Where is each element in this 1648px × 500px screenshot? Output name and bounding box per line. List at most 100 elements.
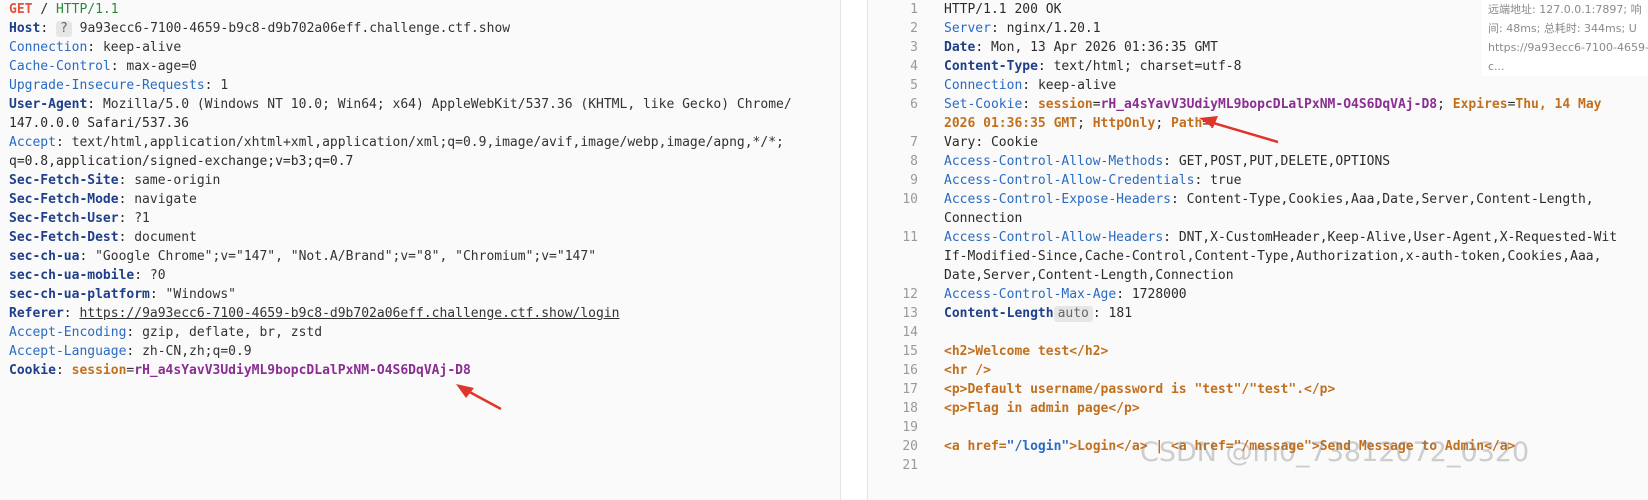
header-value: Content-Type,Cookies,Aaa,Date,Server,Con… (1186, 192, 1594, 207)
header-acac: Access-Control-Allow-Credentials: true (944, 173, 1242, 188)
pane-divider[interactable] (840, 0, 868, 500)
referer-link[interactable]: https://9a93ecc6-7100-4659-b9c8-d9b702a0… (79, 306, 619, 321)
header-value: keep-alive (102, 40, 182, 55)
line-number (868, 247, 918, 267)
set-cookie-name: session (1037, 97, 1093, 112)
header-key: Date (944, 40, 976, 55)
line-number (868, 209, 918, 229)
request-method: GET (9, 2, 33, 17)
header-server: Server: nginx/1.20.1 (944, 21, 1101, 36)
header-key: Sec-Fetch-User (9, 211, 119, 226)
line-number: 15 (902, 344, 918, 359)
login-href: "/login" (1006, 439, 1070, 454)
request-header: Cache-Control: max-age=0 (9, 59, 197, 74)
header-key: Access-Control-Allow-Headers (944, 230, 1164, 245)
request-header: Connection: keep-alive (9, 40, 182, 55)
line-number (868, 266, 918, 286)
request-header: Sec-Fetch-Site: same-origin (9, 173, 221, 188)
request-header: Sec-Fetch-Dest: document (9, 230, 197, 245)
header-key: sec-ch-ua-platform (9, 287, 150, 302)
header-vary: Vary: Cookie (944, 135, 1038, 150)
header-key: Access-Control-Allow-Credentials (944, 173, 1195, 188)
line-number: 12 (902, 287, 918, 302)
request-editor[interactable]: GET / HTTP/1.1 Host: ? 9a93ecc6-7100-465… (0, 0, 840, 500)
header-key: Content-Length (944, 306, 1054, 321)
body-h2: <h2>Welcome test</h2> (944, 344, 1109, 359)
header-value: Mon, 13 Apr 2026 01:36:35 GMT (990, 40, 1218, 55)
header-key: Server (944, 21, 991, 36)
line-number: 17 (902, 382, 918, 397)
line-number: 9 (910, 173, 918, 188)
header-value: nginx/1.20.1 (1006, 21, 1101, 36)
request-header: sec-ch-ua: "Google Chrome";v="147", "Not… (9, 249, 597, 264)
line-number: 21 (902, 458, 918, 473)
header-value: same-origin (134, 173, 221, 188)
header-key: Set-Cookie (944, 97, 1023, 112)
header-continuation: q=0.8,application/signed-exchange;v=b3;q… (9, 154, 354, 169)
line-number: 8 (910, 154, 918, 169)
request-line: GET / HTTP/1.1 (9, 0, 119, 20)
header-value: max-age=0 (126, 59, 197, 74)
header-value: Cookie (990, 135, 1038, 150)
request-header: User-Agent: Mozilla/5.0 (Windows NT 10.0… (9, 97, 792, 112)
header-key: Upgrade-Insecure-Requests (9, 78, 205, 93)
request-header: Upgrade-Insecure-Requests: 1 (9, 78, 229, 93)
header-key: Referer (9, 306, 64, 321)
line-number: 1 (910, 2, 918, 17)
line-number: 19 (902, 420, 918, 435)
line-number: 11 (902, 230, 918, 245)
set-cookie-value: rH_a4sYavV3UdiyML9bopcDLalPxNM-O4S6DqVAj… (1100, 97, 1438, 112)
host-help-badge[interactable]: ? (55, 21, 72, 37)
header-aceh: Access-Control-Expose-Headers: Content-T… (944, 192, 1594, 207)
path-key: Path (1171, 116, 1203, 131)
header-set-cookie: Set-Cookie: session=rH_a4sYavV3UdiyML9bo… (944, 97, 1602, 112)
header-content-length: Content-Length auto: 181 (944, 306, 1133, 322)
request-header: sec-ch-ua-platform: "Windows" (9, 287, 236, 302)
header-value: keep-alive (1037, 78, 1117, 93)
header-key: sec-ch-ua (9, 249, 80, 264)
line-number: 6 (910, 97, 918, 112)
meta-line: 间: 48ms; 总耗时: 344ms; U (1488, 22, 1637, 35)
header-value: zh-CN,zh;q=0.9 (142, 344, 252, 359)
header-value: "Google Chrome";v="147", "Not.A/Brand";v… (95, 249, 597, 264)
response-viewer[interactable]: 1 2 3 4 5 6 7 8 9 10 11 12 13 14 15 16 17 18 19 20 21 HTTP/1… (868, 0, 1648, 500)
header-aceh-cont: Connection (944, 211, 1023, 226)
request-header: Referer: https://9a93ecc6-7100-4659-b9c8… (9, 306, 620, 321)
request-header: sec-ch-ua-mobile: ?0 (9, 268, 166, 283)
csdn-watermark: CSDN @m0_73812072_0320 (1140, 437, 1530, 468)
header-key: Accept-Encoding (9, 325, 127, 340)
header-key: Accept (9, 135, 56, 150)
line-number: 4 (910, 59, 918, 74)
request-version: HTTP/1.1 (55, 2, 119, 17)
header-value: Mozilla/5.0 (Windows NT 10.0; Win64; x64… (102, 97, 792, 112)
header-value: document (134, 230, 197, 245)
set-cookie-continuation: 2026 01:36:35 GMT; HttpOnly; Path=/ (944, 116, 1218, 131)
header-key: User-Agent (9, 97, 88, 112)
auto-badge[interactable]: auto (1053, 306, 1093, 322)
line-number: 14 (902, 325, 918, 340)
header-value: text/html; charset=utf-8 (1053, 59, 1242, 74)
line-number: 20 (902, 439, 918, 454)
header-acah-cont1: If-Modified-Since,Cache-Control,Content-… (944, 249, 1602, 264)
expires-value-cont: 2026 01:36:35 GMT (944, 116, 1078, 131)
header-value: "Windows" (165, 287, 236, 302)
request-header: Sec-Fetch-Mode: navigate (9, 192, 197, 207)
request-header: Accept-Language: zh-CN,zh;q=0.9 (9, 344, 252, 359)
expires-value: Thu, 14 May (1515, 97, 1602, 112)
line-number: 2 (910, 21, 918, 36)
header-key: Connection (9, 40, 88, 55)
header-key: Cookie (9, 363, 56, 378)
header-value: text/html,application/xhtml+xml,applicat… (71, 135, 784, 150)
header-acam: Access-Control-Allow-Methods: GET,POST,P… (944, 154, 1391, 169)
header-key: Connection (944, 78, 1023, 93)
header-value: navigate (134, 192, 197, 207)
tag-open: <a href= (944, 439, 1007, 454)
header-key: Vary (944, 135, 976, 150)
arrow-shaft (1209, 120, 1279, 144)
header-value: 1728000 (1131, 287, 1187, 302)
body-hr: <hr /> (944, 363, 991, 378)
expires-key: Expires (1452, 97, 1508, 112)
header-value: 1 (220, 78, 229, 93)
line-number: 3 (910, 40, 918, 55)
request-header: Accept: text/html,application/xhtml+xml,… (9, 135, 784, 150)
